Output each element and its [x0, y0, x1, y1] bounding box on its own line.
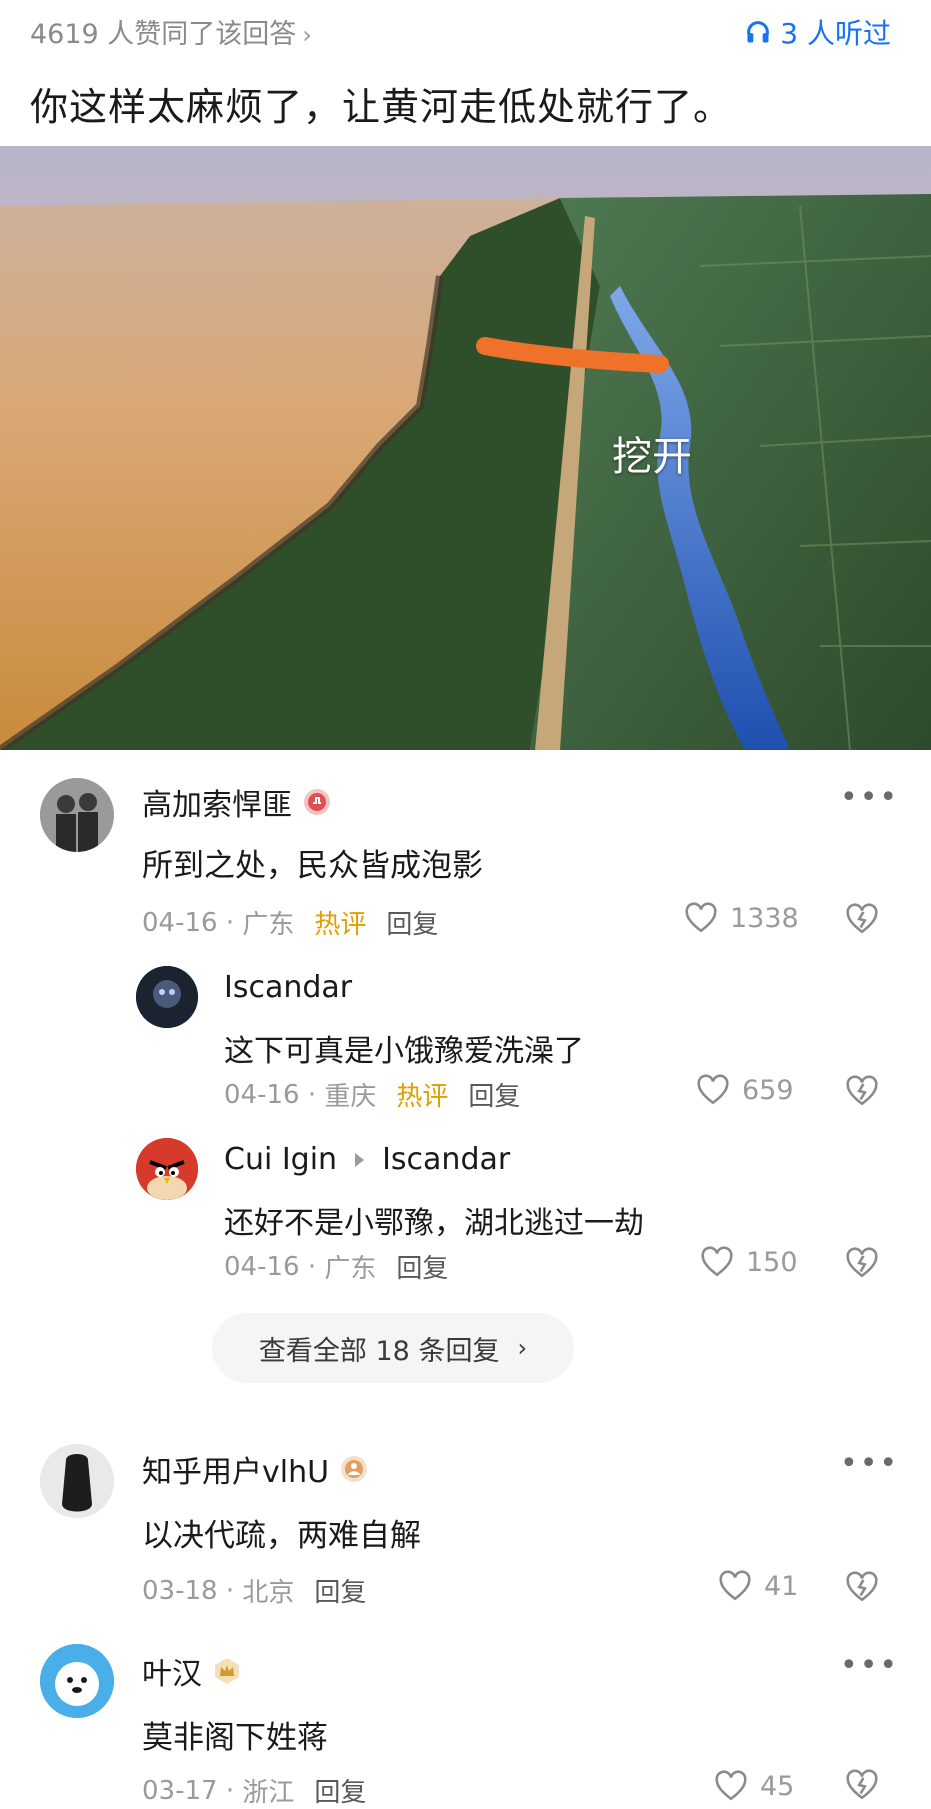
heart-icon	[719, 1570, 751, 1601]
yellow-river-aerial-photo	[0, 146, 931, 750]
like-count: 1338	[730, 902, 799, 934]
reply-username[interactable]: Iscandar	[224, 970, 352, 1005]
dislike-heart-icon[interactable]	[845, 1570, 879, 1604]
listen-button[interactable]: 3 人听过	[744, 12, 891, 52]
answer-header: 4619 人赞同了该回答 › 3 人听过	[0, 0, 931, 58]
reply-text: 这下可真是小饿豫爱洗澡了	[224, 1034, 584, 1069]
view-all-text: 查看全部 18 条回复	[258, 1335, 500, 1367]
comment-date: 03-18	[142, 1575, 218, 1606]
username-text: 知乎用户vlhU	[142, 1455, 330, 1490]
avatar[interactable]	[136, 1138, 198, 1200]
avatar[interactable]	[136, 966, 198, 1028]
like-count: 41	[764, 1570, 799, 1602]
comment-meta: 04-16 · 广东 热评 回复	[142, 904, 438, 941]
heart-icon	[685, 902, 717, 933]
comment-username[interactable]: 叶汉	[142, 1649, 242, 1693]
dislike-heart-icon[interactable]	[845, 902, 879, 936]
answer-image[interactable]: 挖开	[0, 146, 931, 750]
heart-icon	[701, 1246, 733, 1277]
chevron-right-icon: ›	[302, 21, 312, 49]
avatar[interactable]	[40, 778, 114, 852]
reply-meta: 04-16 · 重庆 热评 回复	[224, 1076, 520, 1113]
comment-meta: 03-17 · 浙江 回复	[142, 1772, 366, 1809]
like-button[interactable]: 45	[714, 1770, 794, 1802]
more-icon[interactable]: •••	[840, 1446, 899, 1481]
comment-location: 广东	[242, 910, 295, 940]
reply-username[interactable]: Cui Igin Iscandar	[224, 1142, 510, 1177]
like-button[interactable]: 41	[718, 1570, 798, 1602]
dislike-heart-icon[interactable]	[845, 1074, 879, 1108]
image-annotation: 挖开	[612, 434, 692, 480]
like-button[interactable]: 659	[696, 1074, 794, 1106]
comment-text: 所到之处，民众皆成泡影	[142, 848, 483, 884]
reply-to-username[interactable]: Iscandar	[382, 1142, 510, 1177]
like-button[interactable]: 150	[700, 1246, 798, 1278]
comment-location: 北京	[242, 1578, 295, 1608]
reply-button[interactable]: 回复	[314, 1572, 366, 1609]
dislike-heart-icon[interactable]	[845, 1768, 879, 1802]
username-text: 叶汉	[142, 1657, 202, 1692]
hot-tag: 热评	[396, 1082, 449, 1112]
comment-date: 04-16	[142, 907, 218, 938]
reply-location: 重庆	[324, 1082, 377, 1112]
reply-meta: 04-16 · 广东 回复	[224, 1248, 448, 1285]
like-count: 150	[746, 1246, 798, 1278]
avatar[interactable]	[40, 1644, 114, 1718]
reply-text: 还好不是小鄂豫，湖北逃过一劫	[224, 1206, 644, 1241]
crown-badge-icon	[215, 1658, 239, 1684]
likes-text: 4619 人赞同了该回答	[30, 19, 297, 50]
reply-arrow-icon	[355, 1152, 365, 1167]
like-count: 659	[742, 1074, 794, 1106]
comment-username[interactable]: 高加索悍匪	[142, 780, 332, 824]
likes-count-link[interactable]: 4619 人赞同了该回答 ›	[30, 12, 312, 51]
username-text: Cui Igin	[224, 1142, 338, 1177]
heart-icon	[697, 1074, 729, 1105]
listen-text: 3 人听过	[780, 17, 891, 50]
user-badge-icon	[341, 1456, 368, 1482]
heart-icon	[715, 1770, 747, 1801]
reply-location: 广东	[324, 1254, 377, 1284]
like-button[interactable]: 1338	[684, 902, 799, 934]
comment-date: 03-17	[142, 1775, 218, 1806]
more-icon[interactable]: •••	[840, 780, 899, 815]
comment-text: 以决代疏，两难自解	[142, 1518, 421, 1554]
like-count: 45	[760, 1770, 795, 1802]
avatar[interactable]	[40, 1444, 114, 1518]
reply-button[interactable]: 回复	[468, 1076, 520, 1113]
hot-tag: 热评	[314, 910, 367, 940]
headphones-icon	[747, 21, 770, 43]
answer-text: 你这样太麻烦了，让黄河走低处就行了。	[30, 85, 733, 129]
username-text: Iscandar	[224, 970, 353, 1005]
dislike-heart-icon[interactable]	[845, 1246, 879, 1280]
reply-button[interactable]: 回复	[396, 1248, 448, 1285]
reply-button[interactable]: 回复	[386, 904, 438, 941]
more-icon[interactable]: •••	[840, 1648, 899, 1683]
liked-badge-icon	[304, 789, 330, 815]
reply-button[interactable]: 回复	[314, 1772, 366, 1809]
comment-text: 莫非阁下姓蒋	[142, 1720, 328, 1756]
chevron-right-icon: ›	[517, 1334, 528, 1362]
username-text: 高加索悍匪	[142, 788, 292, 823]
reply-date: 04-16	[224, 1079, 300, 1110]
view-all-replies-button[interactable]: 查看全部 18 条回复 ›	[212, 1313, 574, 1383]
comment-meta: 03-18 · 北京 回复	[142, 1572, 366, 1609]
reply-date: 04-16	[224, 1251, 300, 1282]
comment-location: 浙江	[242, 1778, 295, 1808]
comment-username[interactable]: 知乎用户vlhU	[142, 1447, 369, 1491]
